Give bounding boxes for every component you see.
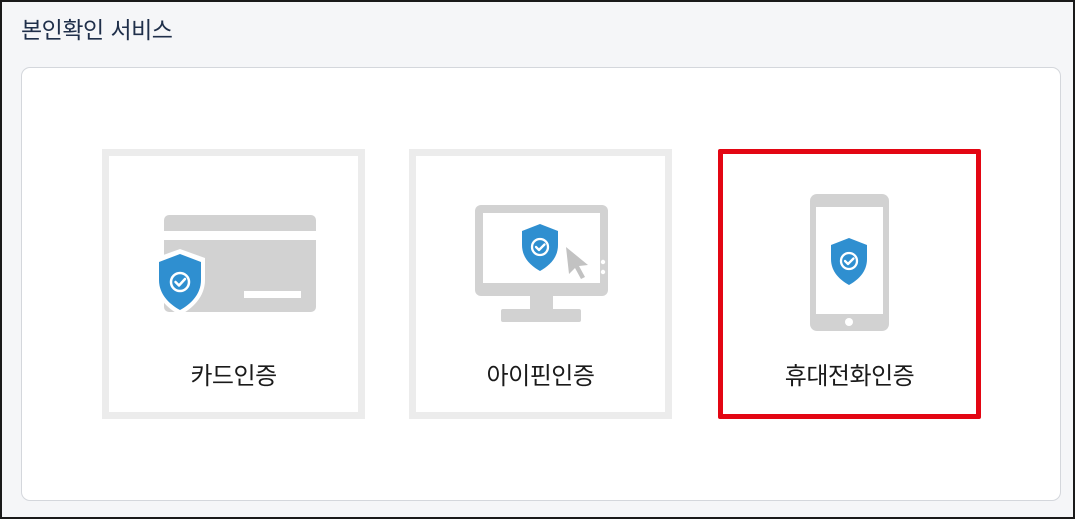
- card-auth-label: 카드인증: [190, 362, 277, 390]
- ipin-auth-option[interactable]: 아이핀인증: [409, 149, 672, 419]
- mobile-auth-option[interactable]: 휴대전화인증: [718, 149, 981, 419]
- mobile-phone-shield-icon: [723, 154, 976, 354]
- card-auth-option[interactable]: 카드인증: [102, 149, 365, 419]
- credit-card-shield-icon: [109, 156, 358, 356]
- page-title: 본인확인 서비스: [21, 18, 173, 44]
- window-frame: 본인확인 서비스 카드인증 아이핀인증 휴대전화인증: [0, 0, 1075, 519]
- mobile-auth-label: 휴대전화인증: [784, 362, 915, 390]
- ipin-auth-label: 아이핀인증: [486, 362, 595, 390]
- monitor-shield-cursor-icon: [416, 156, 665, 356]
